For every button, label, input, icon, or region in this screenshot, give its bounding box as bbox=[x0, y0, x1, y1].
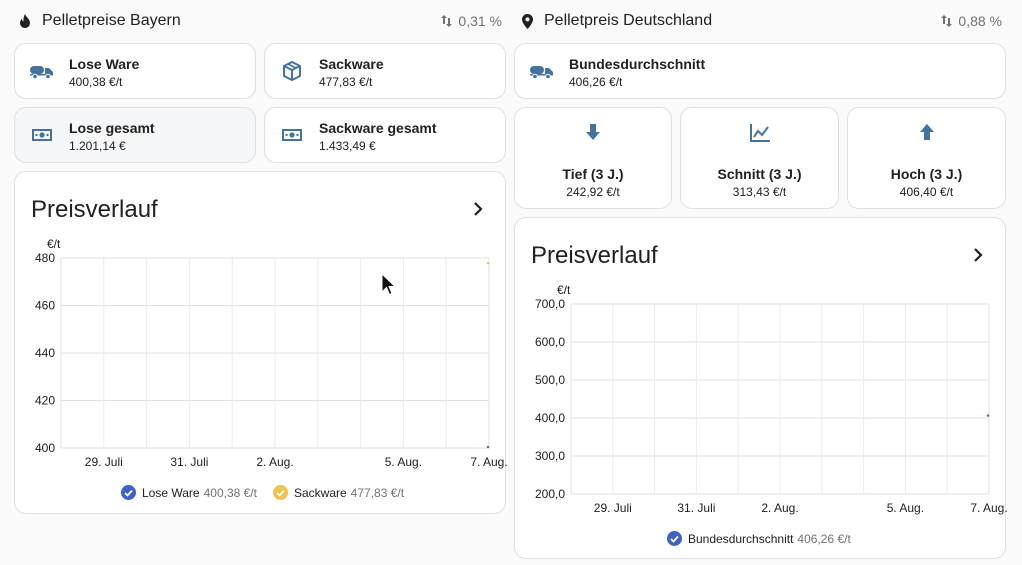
y-tick-label: 400,0 bbox=[535, 411, 565, 425]
tile-bundesdurchschnitt-name: Bundesdurchschnitt bbox=[569, 56, 706, 72]
legend-item-bundesdurchschnitt[interactable]: Bundesdurchschnitt 406,26 €/t bbox=[667, 531, 851, 546]
stat-hoch[interactable]: Hoch (3 J.) 406,40 €/t bbox=[847, 107, 1006, 209]
legend-sackware-value: 477,83 €/t bbox=[350, 485, 405, 500]
y-tick-label: 200,0 bbox=[535, 487, 565, 501]
tile-sackware-gesamt-value: 1.433,49 € bbox=[319, 139, 376, 153]
x-tick-label: 2. Aug. bbox=[761, 501, 798, 515]
legend-bundesdurchschnitt-value: 406,26 €/t bbox=[797, 531, 851, 546]
y-axis-unit-label: €/t bbox=[557, 283, 571, 297]
series-point bbox=[986, 414, 990, 417]
stat-tief-name: Tief (3 J.) bbox=[562, 166, 624, 182]
chevron-right-icon[interactable] bbox=[968, 245, 988, 265]
cash-icon bbox=[279, 124, 305, 146]
tile-lose-ware-name: Lose Ware bbox=[69, 56, 140, 72]
bayern-trend-value: 0,31 % bbox=[458, 13, 502, 29]
series-point bbox=[486, 261, 490, 265]
map-marker-icon bbox=[520, 13, 534, 29]
y-tick-label: 400 bbox=[35, 441, 55, 455]
tile-bundesdurchschnitt[interactable]: Bundesdurchschnitt 406,26 €/t bbox=[514, 43, 1006, 99]
y-tick-label: 700,0 bbox=[535, 297, 565, 311]
legend-sackware-name: Sackware bbox=[293, 485, 347, 500]
chart-line-icon bbox=[681, 124, 838, 142]
legend-bundesdurchschnitt-name: Bundesdurchschnitt bbox=[688, 531, 794, 546]
legend-lose-ware-value: 400,38 €/t bbox=[203, 485, 257, 500]
legend-item-sackware[interactable]: Sackware 477,83 €/t bbox=[272, 485, 405, 500]
tile-sackware-gesamt[interactable]: Sackware gesamt 1.433,49 € bbox=[264, 107, 506, 163]
bayern-chart-legend: Lose Ware 400,38 €/t Sackware 477,83 €/t bbox=[121, 485, 420, 500]
stat-tief[interactable]: Tief (3 J.) 242,92 €/t bbox=[514, 107, 672, 209]
arrow-down-icon bbox=[515, 124, 671, 140]
fire-icon bbox=[18, 14, 32, 28]
bayern-title: Pelletpreise Bayern bbox=[42, 12, 181, 29]
bayern-chart-card: Preisverlauf €/t 400 420 440 460 480 29. Juli 3… bbox=[14, 171, 507, 514]
deutschland-trend-value: 0,88 % bbox=[958, 13, 1002, 29]
tile-lose-gesamt[interactable]: Lose gesamt 1.201,14 € bbox=[14, 107, 256, 163]
swap-vertical-icon bbox=[441, 15, 453, 27]
deutschland-chart-title: Preisverlauf bbox=[531, 242, 658, 269]
tile-sackware-value: 477,83 €/t bbox=[319, 75, 373, 89]
y-tick-label: 440 bbox=[35, 346, 55, 360]
arrow-up-icon bbox=[848, 124, 1005, 140]
x-tick-label: 7. Aug. bbox=[470, 455, 507, 469]
bayern-header: Pelletpreise Bayern 0,31 % bbox=[18, 1, 502, 41]
swap-vertical-icon bbox=[941, 15, 953, 27]
check-circle-icon bbox=[121, 485, 136, 500]
tile-lose-gesamt-name: Lose gesamt bbox=[69, 120, 155, 136]
stat-schnitt-value: 313,43 €/t bbox=[732, 185, 787, 199]
deutschland-trend: 0,88 % bbox=[941, 13, 1002, 29]
tanker-truck-icon bbox=[29, 60, 55, 82]
x-tick-label: 2. Aug. bbox=[256, 455, 293, 469]
legend-lose-ware-name: Lose Ware bbox=[142, 485, 200, 500]
check-circle-icon bbox=[667, 531, 682, 546]
bayern-chart-title: Preisverlauf bbox=[31, 196, 158, 223]
mouse-cursor-icon bbox=[381, 272, 397, 302]
tile-sackware-gesamt-name: Sackware gesamt bbox=[319, 120, 437, 136]
stat-schnitt-name: Schnitt (3 J.) bbox=[717, 166, 802, 182]
deutschland-chart-card: Preisverlauf €/t 200,0 300,0 400,0 500,0 600,… bbox=[514, 217, 1007, 559]
x-tick-label: 7. Aug. bbox=[970, 501, 1007, 515]
deutschland-header: Pelletpreis Deutschland 0,88 % bbox=[520, 1, 1002, 41]
tile-lose-ware-value: 400,38 €/t bbox=[69, 75, 123, 89]
tile-lose-ware[interactable]: Lose Ware 400,38 €/t bbox=[14, 43, 256, 99]
cash-icon bbox=[29, 124, 55, 146]
chevron-right-icon[interactable] bbox=[468, 199, 488, 219]
y-tick-label: 480 bbox=[35, 251, 55, 265]
stat-hoch-name: Hoch (3 J.) bbox=[890, 166, 963, 182]
x-tick-label: 31. Juli bbox=[677, 501, 715, 515]
deutschland-chart-legend: Bundesdurchschnitt 406,26 €/t bbox=[667, 531, 867, 546]
legend-item-lose-ware[interactable]: Lose Ware 400,38 €/t bbox=[121, 485, 257, 500]
y-tick-label: 460 bbox=[35, 299, 55, 313]
check-circle-icon bbox=[272, 485, 288, 500]
package-icon bbox=[279, 60, 305, 82]
stat-hoch-value: 406,40 €/t bbox=[899, 185, 954, 199]
x-tick-label: 29. Juli bbox=[594, 501, 632, 515]
tanker-truck-icon bbox=[529, 60, 555, 82]
tile-lose-gesamt-value: 1.201,14 € bbox=[69, 139, 126, 153]
y-tick-label: 600,0 bbox=[535, 335, 565, 349]
y-tick-label: 500,0 bbox=[535, 373, 565, 387]
x-tick-label: 29. Juli bbox=[85, 455, 123, 469]
tile-sackware-name: Sackware bbox=[319, 56, 384, 72]
tile-bundesdurchschnitt-value: 406,26 €/t bbox=[569, 75, 623, 89]
stat-schnitt[interactable]: Schnitt (3 J.) 313,43 €/t bbox=[680, 107, 839, 209]
bayern-trend: 0,31 % bbox=[441, 13, 502, 29]
series-point bbox=[486, 445, 490, 449]
deutschland-price-chart: €/t 200,0 300,0 400,0 500,0 600,0 700,0 29. Jul… bbox=[535, 283, 1007, 515]
y-tick-label: 300,0 bbox=[535, 449, 565, 463]
y-axis-unit-label: €/t bbox=[47, 237, 61, 251]
x-tick-label: 31. Juli bbox=[170, 455, 208, 469]
deutschland-title: Pelletpreis Deutschland bbox=[544, 12, 713, 29]
y-tick-label: 420 bbox=[35, 394, 55, 408]
stat-tief-value: 242,92 €/t bbox=[566, 185, 620, 199]
x-tick-label: 5. Aug. bbox=[385, 455, 422, 469]
tile-sackware[interactable]: Sackware 477,83 €/t bbox=[264, 43, 506, 99]
x-tick-label: 5. Aug. bbox=[887, 501, 924, 515]
